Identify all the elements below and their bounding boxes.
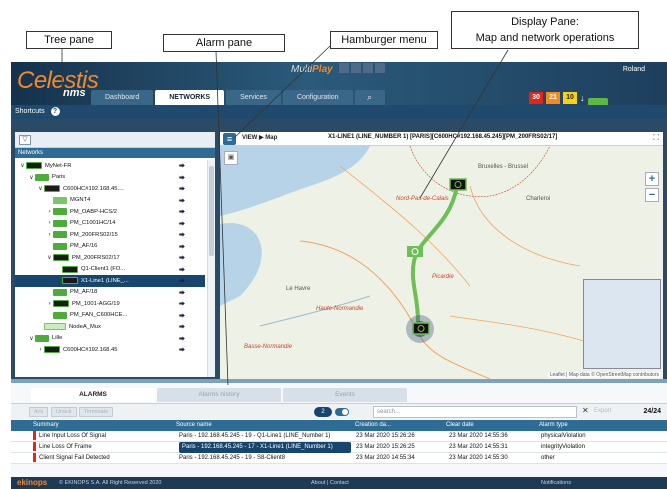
screenshot-root: Tree pane Alarm pane Hamburger menu Disp… xyxy=(0,0,667,489)
callout-lines xyxy=(61,45,509,386)
